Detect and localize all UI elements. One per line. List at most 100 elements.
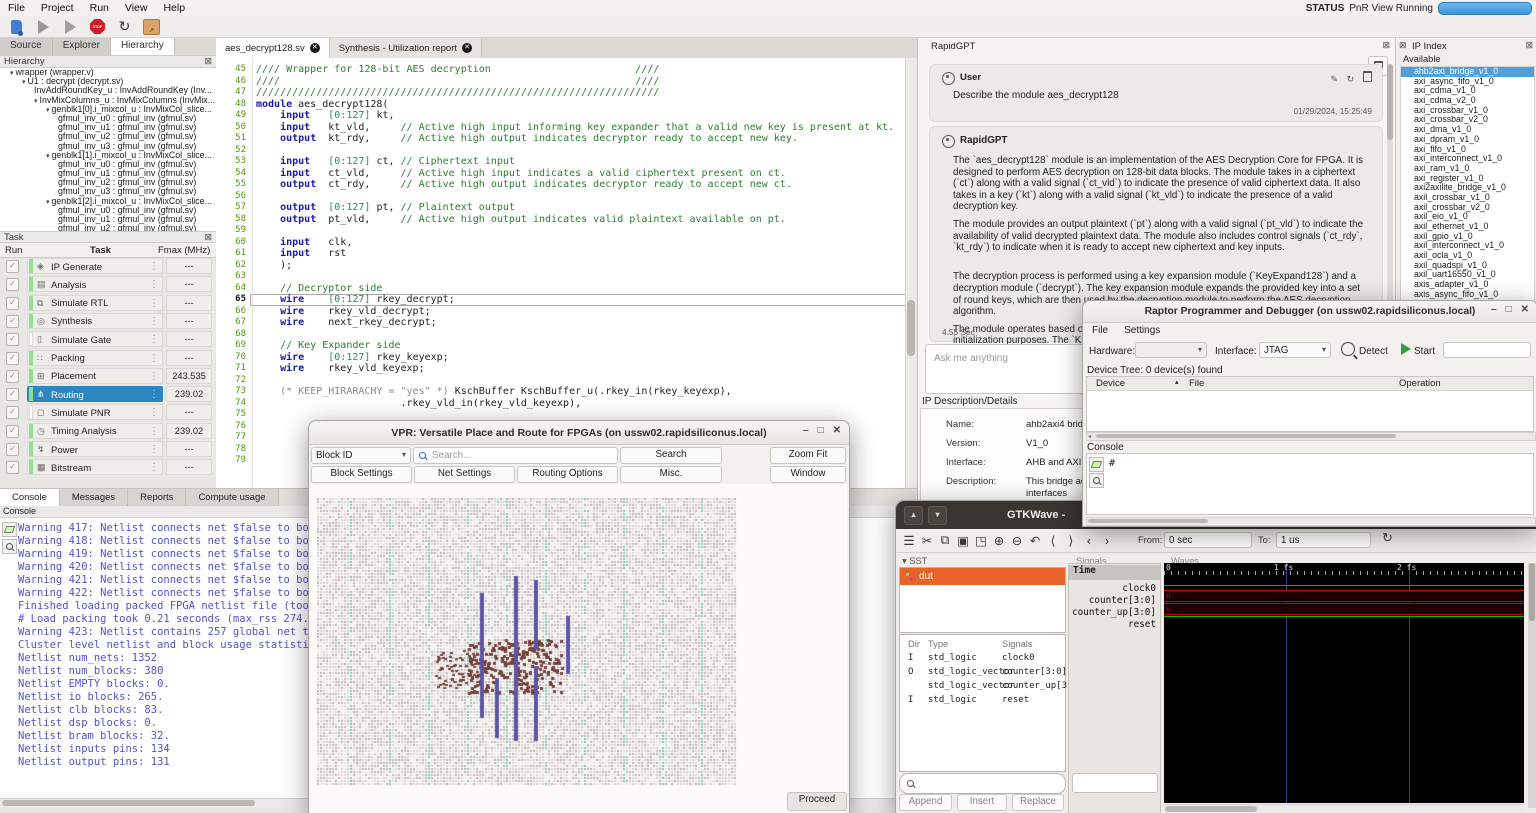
close-icon[interactable]: ✕ bbox=[833, 425, 841, 436]
task-row-routing[interactable]: ✓⋔Routing⋮239.02 bbox=[0, 385, 216, 403]
signal-table-cell[interactable]: std_logic bbox=[928, 653, 977, 663]
shade-icon[interactable]: ▴ bbox=[904, 506, 923, 525]
unshade-icon[interactable]: ▾ bbox=[928, 506, 947, 525]
caret-down-icon[interactable]: ▾ bbox=[46, 107, 50, 114]
signal-table-cell[interactable]: I bbox=[908, 695, 913, 705]
vpr-fpga-canvas[interactable] bbox=[317, 498, 738, 788]
checkbox[interactable]: ✓ bbox=[6, 370, 19, 383]
col-device[interactable]: Device bbox=[1096, 378, 1125, 389]
editor-tab-1[interactable]: Synthesis - Utilization report✕ bbox=[330, 38, 482, 58]
task-row-simulate-pnr[interactable]: ✓◻Simulate PNR⋮--- bbox=[0, 403, 216, 421]
menu-icon[interactable]: ☰ bbox=[900, 533, 918, 548]
waves-vscrollbar[interactable] bbox=[1528, 563, 1536, 808]
checkbox[interactable]: ✓ bbox=[6, 278, 19, 291]
reload-icon[interactable]: ↻ bbox=[116, 18, 133, 35]
checkbox[interactable]: ✓ bbox=[6, 443, 19, 456]
signal-table-cell[interactable]: O bbox=[908, 667, 913, 677]
checkbox[interactable]: ✓ bbox=[6, 406, 19, 419]
checkbox[interactable]: ✓ bbox=[6, 461, 19, 474]
task-menu-dots[interactable]: ⋮ bbox=[149, 353, 159, 364]
close-icon[interactable]: ⊠ bbox=[1382, 40, 1390, 51]
page-left-icon[interactable]: ‹ bbox=[1080, 534, 1098, 548]
task-name-cell[interactable]: ⋔Routing⋮ bbox=[27, 386, 163, 402]
checkbox[interactable]: ✓ bbox=[6, 352, 19, 365]
maximize-icon[interactable]: □ bbox=[818, 425, 824, 436]
paste-icon[interactable]: ▣ bbox=[954, 533, 972, 548]
run-icon[interactable] bbox=[35, 18, 52, 35]
vpr-zoomfit-button[interactable]: Zoom Fit bbox=[770, 447, 846, 464]
task-menu-dots[interactable]: ⋮ bbox=[149, 261, 159, 272]
menu-item-view[interactable]: View bbox=[117, 2, 156, 14]
edit-icon[interactable]: ✎ bbox=[1330, 74, 1338, 84]
console-search-icon[interactable] bbox=[2, 539, 17, 554]
signal-table-cell[interactable]: std_logic bbox=[928, 695, 977, 705]
console-search-icon[interactable] bbox=[1089, 473, 1104, 488]
cut-icon[interactable]: ✂ bbox=[918, 533, 936, 548]
caret-down-icon[interactable]: ▾ bbox=[46, 199, 50, 206]
clear-console-icon[interactable] bbox=[2, 522, 17, 537]
task-name-cell[interactable]: ↯Power⋮ bbox=[27, 441, 163, 457]
close-icon[interactable]: ✕ bbox=[310, 43, 320, 53]
gtkwave-replace-button[interactable]: Replace bbox=[1012, 794, 1064, 811]
col-operation[interactable]: Operation bbox=[1399, 378, 1441, 389]
minimize-icon[interactable]: – bbox=[1491, 304, 1497, 315]
task-row-simulate-gate[interactable]: ✓▯Simulate Gate⋮--- bbox=[0, 330, 216, 348]
from-input[interactable]: 0 sec bbox=[1164, 532, 1252, 548]
checkbox[interactable]: ✓ bbox=[6, 333, 19, 346]
task-menu-dots[interactable]: ⋮ bbox=[149, 334, 159, 345]
signal-name[interactable]: clock0 bbox=[1122, 583, 1156, 594]
next-transition-icon[interactable]: ⟩ bbox=[1062, 533, 1080, 548]
new-file-icon[interactable] bbox=[8, 18, 25, 35]
task-menu-dots[interactable]: ⋮ bbox=[149, 444, 159, 455]
hardware-combo[interactable] bbox=[1135, 342, 1207, 358]
signal-table-cell[interactable]: I bbox=[908, 653, 913, 663]
checkbox[interactable]: ✓ bbox=[6, 297, 19, 310]
vpr-proceed-button[interactable]: Proceed bbox=[787, 792, 847, 811]
signal-table-cell[interactable]: reset bbox=[1002, 695, 1029, 705]
raptor-input[interactable] bbox=[1443, 342, 1531, 358]
minimize-icon[interactable]: – bbox=[803, 425, 809, 436]
checkbox[interactable]: ✓ bbox=[6, 260, 19, 273]
waves-canvas[interactable]: 01 fs2 fsuu bbox=[1164, 563, 1524, 803]
clear-console-icon[interactable] bbox=[1089, 457, 1104, 472]
sst-item-dut[interactable]: dut bbox=[900, 568, 1065, 585]
editor-scrollbar-thumb[interactable] bbox=[907, 300, 915, 356]
task-row-placement[interactable]: ✓⊞Placement⋮243.535 bbox=[0, 367, 216, 385]
raptor-titlebar[interactable]: Raptor Programmer and Debugger (on ussw0… bbox=[1083, 301, 1536, 323]
task-menu-dots[interactable]: ⋮ bbox=[149, 462, 159, 473]
close-icon[interactable]: ⊠ bbox=[204, 232, 212, 243]
console-tab-reports[interactable]: Reports bbox=[128, 489, 186, 507]
task-name-cell[interactable]: ◈IP Generate⋮ bbox=[27, 258, 163, 274]
simulate-icon[interactable] bbox=[62, 18, 79, 35]
task-row-simulate-rtl[interactable]: ✓⧉Simulate RTL⋮--- bbox=[0, 294, 216, 312]
stop-icon[interactable]: STOP bbox=[89, 18, 106, 35]
checkbox[interactable]: ✓ bbox=[6, 388, 19, 401]
vpr-blockid-combo[interactable]: Block ID bbox=[311, 447, 411, 464]
device-table-hscrollbar[interactable]: ◂ bbox=[1086, 432, 1536, 441]
task-menu-dots[interactable]: ⋮ bbox=[149, 371, 159, 382]
close-icon[interactable]: ⊠ bbox=[1525, 40, 1533, 51]
task-row-packing[interactable]: ✓∷Packing⋮--- bbox=[0, 349, 216, 367]
gtkwave-insert-button[interactable]: Insert bbox=[957, 794, 1007, 811]
menu-item-file[interactable]: File bbox=[0, 2, 33, 14]
raptor-menu-file[interactable]: File bbox=[1092, 325, 1108, 336]
signals-filter-input[interactable] bbox=[1072, 773, 1158, 793]
console-tab-compute-usage[interactable]: Compute usage bbox=[186, 489, 278, 507]
task-menu-dots[interactable]: ⋮ bbox=[149, 389, 159, 400]
task-name-cell[interactable]: ◷Timing Analysis⋮ bbox=[27, 423, 163, 439]
vpr-search-button[interactable]: Search bbox=[620, 447, 722, 464]
tab-source[interactable]: Source bbox=[0, 38, 53, 55]
dock-icon[interactable]: ⊠ bbox=[1399, 40, 1407, 51]
raptor-menu-settings[interactable]: Settings bbox=[1124, 325, 1160, 336]
task-menu-dots[interactable]: ⋮ bbox=[149, 407, 159, 418]
vpr-button-routing-options[interactable]: Routing Options bbox=[517, 466, 618, 483]
zoom-in-icon[interactable]: ⊕ bbox=[990, 533, 1008, 548]
caret-down-icon[interactable]: ▾ bbox=[10, 70, 14, 77]
maximize-icon[interactable]: □ bbox=[1506, 304, 1512, 315]
sst-filter-input[interactable] bbox=[899, 773, 1066, 794]
console-tab-console[interactable]: Console bbox=[0, 489, 60, 507]
vpr-search-input[interactable]: Search... bbox=[413, 447, 618, 464]
raptor-console[interactable]: # bbox=[1086, 453, 1534, 515]
task-name-cell[interactable]: ⧉Simulate RTL⋮ bbox=[27, 295, 163, 311]
task-row-power[interactable]: ✓↯Power⋮--- bbox=[0, 440, 216, 458]
